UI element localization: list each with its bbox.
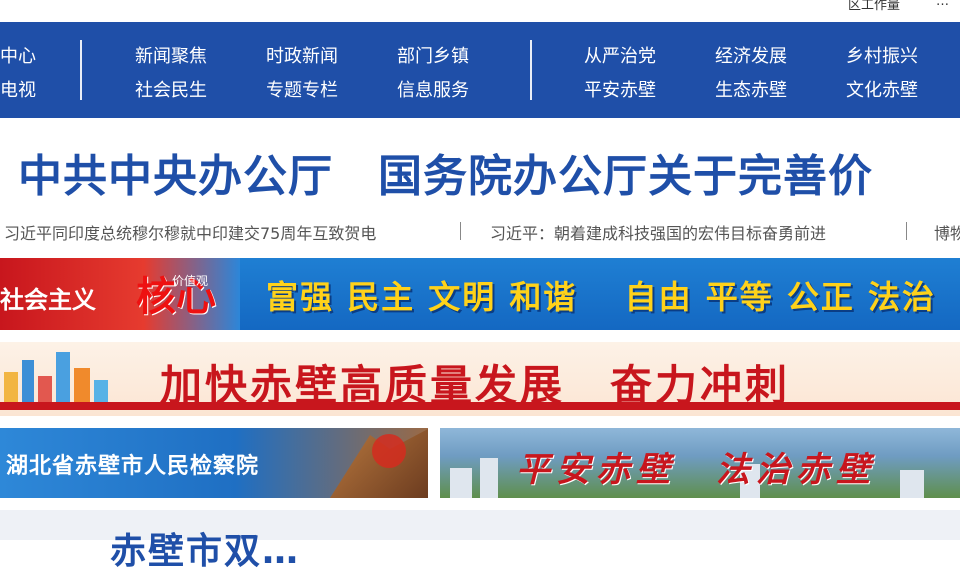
news-divider bbox=[906, 222, 907, 240]
main-nav: 中心 电视 新闻聚焦 社会民生 时政新闻 专题专栏 部门乡镇 信息服务 从严治党… bbox=[0, 22, 960, 118]
city-building bbox=[900, 470, 924, 498]
nav-item-departments[interactable]: 部门乡镇 bbox=[397, 42, 469, 68]
nav-divider bbox=[80, 40, 82, 100]
nav-item-info[interactable]: 信息服务 bbox=[397, 76, 469, 102]
procuratorate-banner[interactable]: 湖北省赤壁市人民检察院 bbox=[0, 428, 428, 498]
top-bar: 区工作量 … bbox=[0, 0, 960, 22]
seal-emblem bbox=[372, 434, 406, 468]
nav-item-culture[interactable]: 文化赤壁 bbox=[846, 76, 918, 102]
nav-item-politics[interactable]: 时政新闻 bbox=[266, 42, 338, 68]
core-values-banner[interactable]: 社会主义 核心 价值观 富强 民主 文明 和谐 自由 平等 公正 法治 bbox=[0, 258, 960, 330]
nav-item-ecology[interactable]: 生态赤壁 bbox=[715, 76, 787, 102]
procuratorate-title: 湖北省赤壁市人民检察院 bbox=[6, 454, 260, 479]
development-banner[interactable]: 加快赤壁高质量发展 奋力冲刺 bbox=[0, 342, 960, 416]
red-ribbon bbox=[0, 402, 960, 410]
nav-item-tv[interactable]: 电视 bbox=[0, 76, 36, 102]
safe-chibi-slogan: 平安赤壁 法治赤壁 bbox=[516, 450, 876, 490]
news-ticker: 习近平同印度总统穆尔穆就中印建交75周年互致贺电 习近平：朝着建成科技强国的宏伟… bbox=[0, 220, 960, 244]
core-values-small-text: 价值观 bbox=[172, 274, 209, 288]
core-values-left-text: 社会主义 bbox=[0, 286, 96, 314]
city-skyline-icon bbox=[4, 352, 108, 406]
top-link-right[interactable]: … bbox=[936, 0, 949, 9]
headline-link[interactable]: 中共中央办公厅 国务院办公厅关于完善价 bbox=[18, 140, 873, 204]
city-building bbox=[450, 468, 472, 498]
safe-chibi-banner[interactable]: 平安赤壁 法治赤壁 bbox=[440, 428, 960, 498]
news-link-3[interactable]: 博物 bbox=[934, 220, 960, 244]
nav-item-economy[interactable]: 经济发展 bbox=[715, 42, 787, 68]
nav-divider bbox=[530, 40, 532, 100]
nav-item-rural[interactable]: 乡村振兴 bbox=[846, 42, 918, 68]
city-building bbox=[480, 458, 498, 498]
bottom-headline-link[interactable]: 赤壁市双… bbox=[110, 522, 300, 574]
top-link-left[interactable]: 区工作量 bbox=[848, 0, 900, 13]
nav-item-safe[interactable]: 平安赤壁 bbox=[584, 76, 656, 102]
nav-item-center[interactable]: 中心 bbox=[0, 42, 36, 68]
news-link-2[interactable]: 习近平：朝着建成科技强国的宏伟目标奋勇前进 bbox=[490, 220, 826, 244]
core-values-emblem: 社会主义 核心 价值观 bbox=[0, 258, 240, 330]
nav-item-party[interactable]: 从严治党 bbox=[584, 42, 656, 68]
nav-item-special[interactable]: 专题专栏 bbox=[266, 76, 338, 102]
core-values-text: 富强 民主 文明 和谐 自由 平等 公正 法治 bbox=[266, 278, 936, 316]
news-divider bbox=[460, 222, 461, 240]
nav-item-news-focus[interactable]: 新闻聚焦 bbox=[135, 42, 207, 68]
nav-item-social[interactable]: 社会民生 bbox=[135, 76, 207, 102]
news-link-1[interactable]: 习近平同印度总统穆尔穆就中印建交75周年互致贺电 bbox=[4, 220, 376, 244]
